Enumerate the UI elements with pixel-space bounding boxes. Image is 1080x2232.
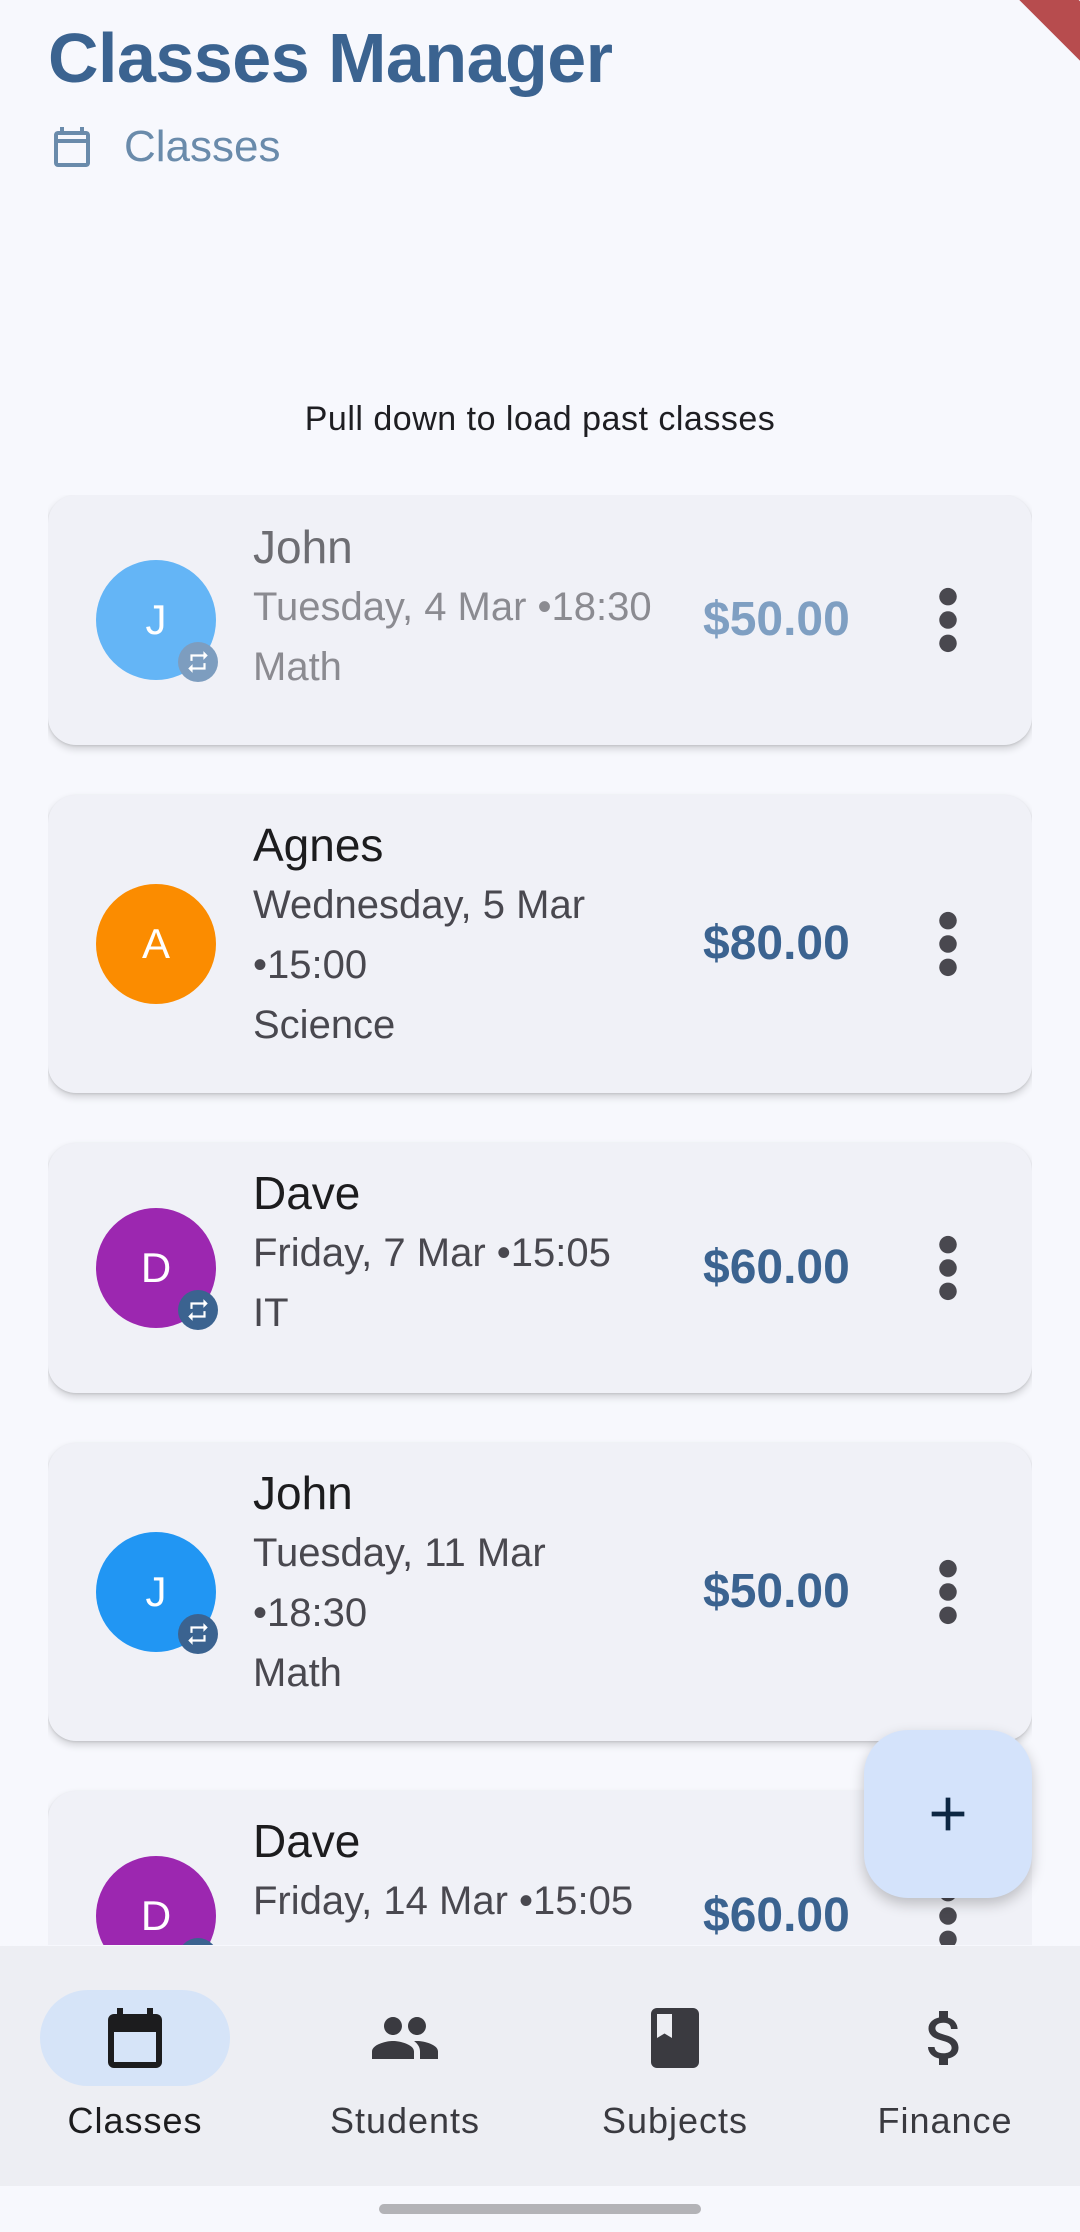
class-date: Tuesday, 11 Mar (253, 1531, 546, 1575)
class-datetime: Friday, 7 Mar •15:05 (253, 1231, 611, 1275)
more-options-icon[interactable] (928, 909, 968, 979)
bottom-navigation: Classes Students Subjects Finance (0, 1946, 1080, 2186)
avatar-initial: J (145, 1568, 167, 1615)
class-subject: Math (253, 645, 342, 689)
more-options-icon[interactable] (928, 585, 968, 655)
student-name: Dave (253, 1815, 361, 1867)
debug-banner (947, 0, 1080, 84)
class-card[interactable]: D Dave Friday, 7 Mar •15:05 IT $60.00 (48, 1143, 1032, 1393)
avatar: J (96, 1532, 218, 1654)
avatar: A (96, 884, 216, 1004)
avatar: J (96, 560, 218, 682)
class-datetime: Tuesday, 4 Mar •18:30 (253, 585, 652, 629)
nav-label: Finance (877, 2100, 1013, 2141)
avatar-initial: A (141, 920, 170, 967)
dollar-icon (927, 2011, 959, 2065)
nav-students[interactable]: Students (270, 1990, 540, 2170)
people-icon (372, 2017, 438, 2059)
avatar: D (96, 1208, 218, 1330)
nav-label: Students (329, 2100, 481, 2141)
gesture-handle[interactable] (379, 2204, 701, 2214)
nav-finance[interactable]: Finance (810, 1990, 1080, 2170)
class-price: $80.00 (703, 917, 850, 970)
class-price: $50.00 (703, 593, 850, 646)
avatar: D (96, 1856, 218, 1945)
class-price: $50.00 (703, 1565, 850, 1618)
nav-active-indicator (40, 1990, 230, 2086)
repeat-icon (178, 642, 218, 682)
page-title: Classes Manager (48, 19, 613, 97)
nav-classes[interactable]: Classes (0, 1990, 270, 2170)
avatar-initial: J (145, 596, 167, 643)
nav-label: Subjects (601, 2100, 749, 2141)
plus-icon (931, 1797, 965, 1831)
avatar-initial: D (140, 1244, 172, 1291)
repeat-icon (178, 1614, 218, 1654)
calendar-icon (108, 2008, 162, 2068)
class-time: •18:30 (253, 1591, 368, 1635)
class-date: Wednesday, 5 Mar (253, 883, 586, 927)
class-card[interactable]: A Agnes Wednesday, 5 Mar •15:00 Science … (48, 795, 1032, 1093)
class-datetime: Friday, 14 Mar •15:05 (253, 1879, 634, 1923)
subtitle-label: Classes (124, 122, 281, 171)
class-subject: Science (253, 1003, 396, 1047)
class-time: •15:00 (253, 943, 368, 987)
student-name: John (253, 521, 353, 573)
class-card[interactable]: J John Tuesday, 4 Mar •18:30 Math $50.00 (48, 495, 1032, 745)
student-name: Agnes (253, 819, 384, 871)
class-subject: Math (253, 1651, 342, 1695)
calendar-icon (54, 127, 90, 167)
section-subtitle: Classes (48, 122, 281, 172)
class-price: $60.00 (703, 1889, 850, 1942)
pull-to-refresh-hint: Pull down to load past classes (304, 400, 776, 438)
classes-list[interactable]: J John Tuesday, 4 Mar •18:30 Math $50.00… (48, 495, 1032, 1945)
student-name: John (253, 1467, 353, 1519)
repeat-icon (178, 1938, 218, 1945)
more-options-icon[interactable] (928, 1557, 968, 1627)
class-subject: IT (253, 1291, 289, 1335)
class-card[interactable]: J John Tuesday, 11 Mar •18:30 Math $50.0… (48, 1443, 1032, 1741)
avatar-initial: D (140, 1892, 172, 1939)
repeat-icon (178, 1290, 218, 1330)
nav-subjects[interactable]: Subjects (540, 1990, 810, 2170)
class-price: $60.00 (703, 1241, 850, 1294)
more-options-icon[interactable] (928, 1233, 968, 1303)
book-icon (651, 2008, 699, 2068)
add-class-button[interactable] (864, 1730, 1032, 1898)
nav-label: Classes (67, 2100, 203, 2141)
student-name: Dave (253, 1167, 361, 1219)
